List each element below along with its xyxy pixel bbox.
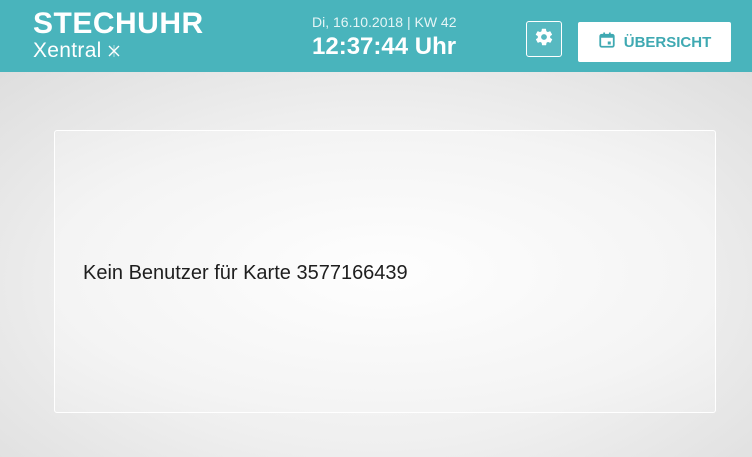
settings-button[interactable] — [526, 21, 562, 57]
clock-panel: Di, 16.10.2018 | KW 42 12:37:44 Uhr — [312, 14, 472, 62]
app-title: STECHUHR — [33, 7, 204, 40]
brand-logo: Xentral — [33, 40, 121, 62]
current-time: 12:37:44 Uhr — [312, 33, 457, 60]
overview-button[interactable]: ÜBERSICHT — [578, 22, 731, 62]
brand-name: Xentral — [33, 39, 102, 62]
date-week-label: Di, 16.10.2018 | KW 42 — [312, 14, 457, 30]
xentral-x-icon — [107, 44, 121, 58]
overview-button-label: ÜBERSICHT — [623, 33, 712, 51]
calendar-icon — [598, 31, 616, 53]
gear-icon — [534, 27, 554, 52]
app-header: STECHUHR Xentral Di, 16.10.2018 | KW 42 … — [0, 0, 752, 72]
message-panel: Kein Benutzer für Karte 3577166439 — [54, 130, 716, 413]
status-message: Kein Benutzer für Karte 3577166439 — [83, 262, 408, 284]
